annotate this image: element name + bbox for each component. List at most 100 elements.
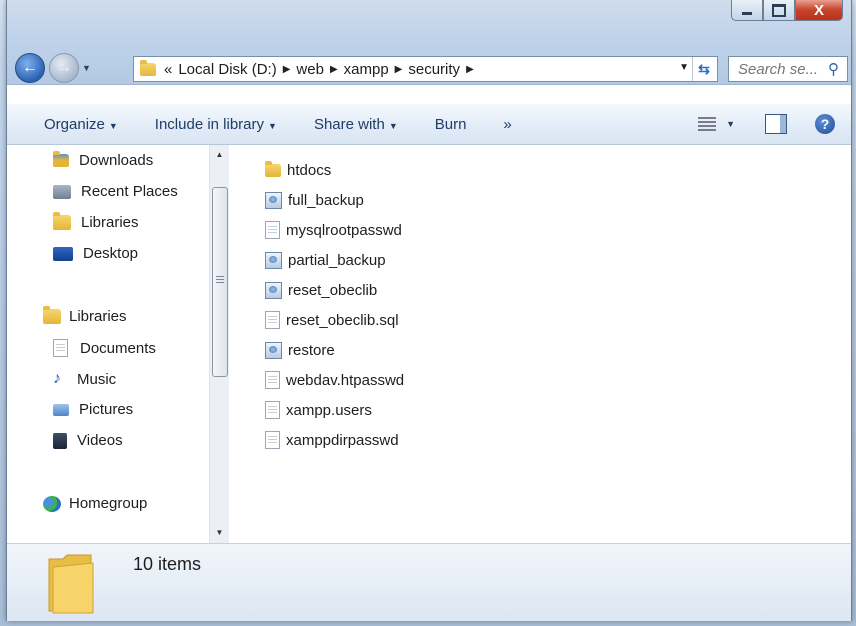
large-folder-icon: [48, 554, 94, 614]
command-bar: Organize ▼ Include in library ▼ Share with…: [7, 104, 851, 145]
folder-icon: [265, 160, 281, 177]
include-in-library-label: Include in library: [154, 115, 265, 133]
more-commands-button[interactable]: »: [503, 116, 511, 133]
chevron-down-icon: ▼: [268, 120, 277, 131]
sidebar-item-pictures[interactable]: Pictures: [53, 401, 133, 418]
navigation-scrollbar[interactable]: ▲ ▼: [209, 145, 229, 543]
list-item[interactable]: reset_obeclib: [265, 279, 377, 301]
file-name: partial_backup: [288, 251, 386, 269]
folder-icon: [140, 59, 156, 76]
music-icon: ♪: [53, 370, 61, 387]
file-name: reset_obeclib.sql: [286, 311, 399, 329]
list-item[interactable]: mysqlrootpasswd: [265, 219, 402, 241]
sidebar-item-libraries-root[interactable]: Libraries: [43, 306, 127, 325]
share-with-menu[interactable]: Share with ▼: [314, 116, 398, 133]
scroll-down-icon[interactable]: ▼: [210, 525, 229, 541]
batch-file-icon: [265, 191, 282, 209]
search-input[interactable]: [736, 59, 826, 79]
sidebar-item-libraries[interactable]: Libraries: [53, 212, 139, 231]
file-name: mysqlrootpasswd: [286, 221, 402, 239]
caption-buttons: X: [731, 0, 843, 22]
search-box[interactable]: ⚲: [728, 56, 848, 82]
breadcrumb-security[interactable]: security: [408, 61, 460, 78]
breadcrumb-separator-icon[interactable]: ▶: [330, 64, 338, 75]
address-bar[interactable]: « Local Disk (D:) ▶ web ▶ xampp ▶ securi…: [133, 56, 718, 82]
chevron-down-icon: ▼: [388, 120, 398, 131]
sidebar-item-label: Videos: [77, 432, 123, 449]
sidebar-item-label: Documents: [80, 339, 156, 357]
toolbar-right-group: ▼ ?: [698, 104, 851, 144]
recent-places-icon: [53, 184, 71, 199]
breadcrumb-overflow[interactable]: «: [164, 61, 172, 78]
details-pane: 10 items: [7, 543, 851, 621]
breadcrumb-separator-icon[interactable]: ▶: [466, 64, 474, 75]
list-item[interactable]: full_backup: [265, 189, 364, 211]
list-item[interactable]: reset_obeclib.sql: [265, 309, 399, 331]
change-view-icon[interactable]: [698, 117, 717, 131]
list-item[interactable]: xamppdirpasswd: [265, 429, 399, 451]
document-icon: [265, 431, 280, 449]
sidebar-item-desktop[interactable]: Desktop: [53, 245, 138, 262]
sidebar-item-label: Desktop: [83, 245, 139, 262]
help-icon[interactable]: ?: [815, 114, 835, 134]
back-arrow-icon: ←: [22, 59, 38, 76]
maximize-icon: [772, 3, 786, 17]
address-history-dropdown[interactable]: ▼: [679, 62, 689, 73]
minimize-button[interactable]: [731, 0, 763, 21]
search-icon[interactable]: ⚲: [828, 60, 839, 78]
back-button[interactable]: ←: [15, 53, 45, 83]
libraries-icon: [53, 212, 71, 230]
document-icon: [265, 311, 280, 329]
title-bar: X ← → ▼ « Local Disk (D:) ▶ web ▶ xampp …: [7, 0, 851, 85]
sidebar-item-music[interactable]: ♪ Music: [53, 370, 116, 388]
scroll-up-icon[interactable]: ▲: [210, 147, 229, 163]
sidebar-item-label: Pictures: [79, 401, 134, 418]
sidebar-item-label: Music: [77, 370, 117, 388]
batch-file-icon: [265, 251, 282, 269]
grip-icon: [216, 276, 224, 283]
libraries-icon: [43, 306, 61, 324]
list-item[interactable]: xampp.users: [265, 399, 372, 421]
sidebar-item-downloads[interactable]: Downloads: [53, 151, 153, 169]
homegroup-icon: [43, 495, 61, 512]
batch-file-icon: [265, 341, 282, 359]
minimize-icon: [742, 11, 752, 15]
maximize-button[interactable]: [763, 0, 795, 21]
burn-button[interactable]: Burn: [435, 116, 467, 133]
explorer-window: X ← → ▼ « Local Disk (D:) ▶ web ▶ xampp …: [6, 0, 852, 621]
breadcrumb-local-disk[interactable]: Local Disk (D:): [178, 61, 276, 78]
sidebar-item-videos[interactable]: Videos: [53, 432, 123, 449]
close-icon: X: [813, 1, 824, 19]
file-name: xampp.users: [286, 401, 372, 419]
pictures-icon: [53, 403, 69, 416]
list-item[interactable]: htdocs: [265, 159, 331, 181]
document-icon: [265, 401, 280, 419]
sidebar-item-documents[interactable]: Documents: [53, 339, 156, 357]
forward-button[interactable]: →: [49, 53, 79, 83]
sidebar-item-homegroup[interactable]: Homegroup: [43, 495, 147, 512]
recent-pages-dropdown[interactable]: ▼: [82, 63, 91, 73]
breadcrumb-separator-icon[interactable]: ▶: [283, 64, 291, 75]
include-in-library-menu[interactable]: Include in library ▼: [155, 116, 277, 133]
scrollbar-thumb[interactable]: [212, 187, 228, 377]
batch-file-icon: [265, 281, 282, 299]
list-item[interactable]: restore: [265, 339, 335, 361]
organize-menu[interactable]: Organize ▼: [44, 116, 118, 133]
videos-icon: [53, 432, 67, 449]
list-item[interactable]: partial_backup: [265, 249, 386, 271]
file-name: full_backup: [288, 191, 364, 209]
close-button[interactable]: X: [795, 0, 843, 21]
view-options-dropdown[interactable]: ▼: [726, 119, 735, 129]
sidebar-item-recent-places[interactable]: Recent Places: [53, 183, 178, 200]
share-with-label: Share with: [313, 115, 385, 133]
breadcrumb-web[interactable]: web: [296, 61, 324, 78]
navigation-pane: Downloads Recent Places Libraries Deskto…: [7, 145, 209, 543]
list-item[interactable]: webdav.htpasswd: [265, 369, 404, 391]
preview-pane-icon[interactable]: [765, 114, 787, 134]
file-name: reset_obeclib: [288, 281, 378, 299]
refresh-icon[interactable]: ⇆: [692, 57, 715, 81]
document-icon: [265, 371, 280, 389]
breadcrumb-separator-icon[interactable]: ▶: [395, 64, 403, 75]
downloads-icon: [53, 151, 69, 167]
breadcrumb-xampp[interactable]: xampp: [344, 61, 389, 78]
